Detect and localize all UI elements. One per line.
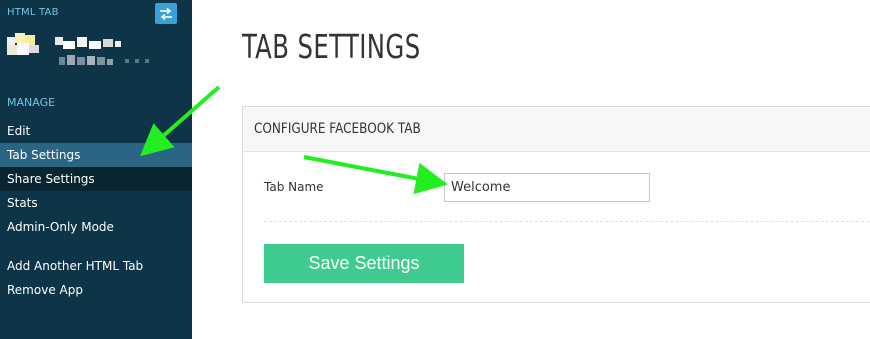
sidebar-item-tab-settings[interactable]: Tab Settings <box>0 143 192 167</box>
tab-name-label: Tab Name <box>264 180 324 194</box>
panel-title: CONFIGURE FACEBOOK TAB <box>254 121 421 137</box>
tab-name-input[interactable] <box>444 173 650 202</box>
divider <box>264 221 870 222</box>
page-title: TAB SETTINGS <box>242 27 421 66</box>
switch-app-button[interactable] <box>155 3 177 24</box>
swap-arrows-icon <box>160 7 172 20</box>
panel-header: CONFIGURE FACEBOOK TAB <box>243 107 870 152</box>
sidebar-item-edit[interactable]: Edit <box>0 119 192 143</box>
sidebar-item-add-another-html-tab[interactable]: Add Another HTML Tab <box>0 254 192 278</box>
configure-panel: CONFIGURE FACEBOOK TAB Tab Name Save Set… <box>242 106 870 303</box>
sidebar-item-remove-app[interactable]: Remove App <box>0 278 192 302</box>
sidebar: HTML TAB MANAGE Edit Tab Settings Share … <box>0 0 192 339</box>
section-label-manage: MANAGE <box>7 96 56 109</box>
user-name-redacted <box>55 37 149 65</box>
sidebar-item-admin-only-mode[interactable]: Admin-Only Mode <box>0 215 192 239</box>
save-settings-button[interactable]: Save Settings <box>264 244 464 283</box>
sidebar-item-stats[interactable]: Stats <box>0 191 192 215</box>
avatar <box>7 33 39 55</box>
app-brand: HTML TAB <box>7 7 59 18</box>
sidebar-item-share-settings[interactable]: Share Settings <box>0 167 192 191</box>
